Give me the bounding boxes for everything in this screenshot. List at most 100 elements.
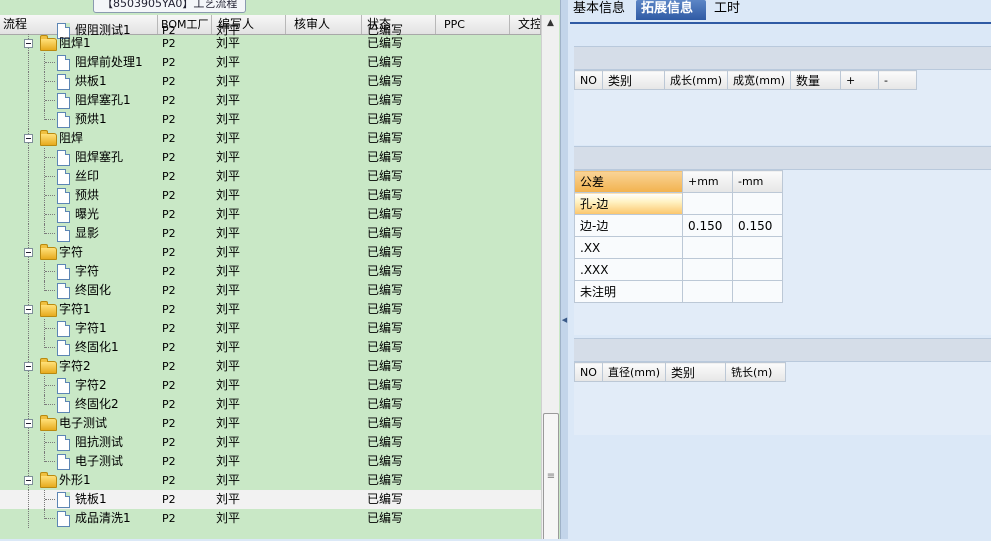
tree-line xyxy=(28,91,29,110)
tolerance-row-label[interactable]: 未注明 xyxy=(574,280,683,303)
row-editor: 刘平 xyxy=(216,188,241,202)
vertical-scrollbar[interactable]: ▲ ≡ xyxy=(541,15,559,539)
tab-extended-info[interactable]: 拓展信息 xyxy=(636,0,706,20)
tree-line xyxy=(45,271,55,272)
detail-tabs: 基本信息 拓展信息 工时 xyxy=(568,0,991,22)
tolerance-plus-cell[interactable] xyxy=(682,258,733,281)
collapse-icon[interactable] xyxy=(24,362,33,371)
tree-row[interactable]: 丝印 P2 刘平 已编写 xyxy=(0,167,541,186)
mill-col-no[interactable]: NO xyxy=(574,362,603,382)
row-editor: 刘平 xyxy=(216,131,241,145)
tree-line xyxy=(28,53,29,72)
document-icon xyxy=(57,169,70,185)
tolerance-plus-cell[interactable] xyxy=(682,280,733,303)
tree-row[interactable]: 字符1 P2 刘平 已编写 xyxy=(0,319,541,338)
size-col-length[interactable]: 成长(mm) xyxy=(663,70,729,90)
row-status: 已编写 xyxy=(367,74,404,88)
tree-line xyxy=(28,452,29,471)
tree-group-row[interactable]: 字符1 P2 刘平 已编写 xyxy=(0,300,541,319)
collapse-arrow-icon[interactable]: ◀ xyxy=(561,316,568,324)
collapse-icon[interactable] xyxy=(24,305,33,314)
row-bom: P2 xyxy=(162,417,176,430)
tolerance-minus-cell[interactable] xyxy=(732,192,783,215)
tree-row[interactable]: 字符 P2 刘平 已编写 xyxy=(0,262,541,281)
tolerance-row-label[interactable]: .XXX xyxy=(574,258,683,281)
collapse-icon[interactable] xyxy=(24,134,33,143)
row-bom: P2 xyxy=(162,341,176,354)
mill-col-diameter[interactable]: 直径(mm) xyxy=(601,362,667,382)
row-bom: P2 xyxy=(162,189,176,202)
tree-row[interactable]: 电子测试 P2 刘平 已编写 xyxy=(0,452,541,471)
tree-group-row[interactable]: 阻焊 P2 刘平 已编写 xyxy=(0,129,541,148)
tree-row[interactable]: 预烘1 P2 刘平 已编写 xyxy=(0,110,541,129)
tree-group-row[interactable]: 电子测试 P2 刘平 已编写 xyxy=(0,414,541,433)
tree-row[interactable]: 铣板1 P2 刘平 已编写 xyxy=(0,490,541,509)
row-bom: P2 xyxy=(162,37,176,50)
size-col-quantity[interactable]: 数量 xyxy=(790,70,842,90)
tree-line xyxy=(45,119,55,120)
tolerance-minus-cell[interactable] xyxy=(732,280,783,303)
size-col-minus[interactable]: - xyxy=(878,70,918,90)
tree-row[interactable]: 终固化2 P2 刘平 已编写 xyxy=(0,395,541,414)
collapse-icon[interactable] xyxy=(24,419,33,428)
row-bom: P2 xyxy=(162,94,176,107)
folder-icon xyxy=(40,130,57,146)
tree-row-label: 终固化1 xyxy=(75,340,119,354)
row-status: 已编写 xyxy=(367,321,404,335)
size-col-no[interactable]: NO xyxy=(574,70,603,90)
mill-col-category[interactable]: 类别 xyxy=(665,362,727,382)
size-col-category[interactable]: 类别 xyxy=(602,70,665,90)
row-bom: P2 xyxy=(162,512,176,525)
tree-row[interactable]: 字符2 P2 刘平 已编写 xyxy=(0,376,541,395)
scrollbar-thumb[interactable]: ≡ xyxy=(543,413,559,539)
tree-group-label: 外形1 xyxy=(59,473,91,487)
row-bom: P2 xyxy=(162,360,176,373)
tolerance-row-label[interactable]: .XX xyxy=(574,236,683,259)
tolerance-plus-cell[interactable] xyxy=(682,236,733,259)
scroll-up-icon[interactable]: ▲ xyxy=(542,15,559,32)
document-tab[interactable]: 【8503905YA0】工艺流程 xyxy=(93,0,247,13)
collapse-icon[interactable] xyxy=(24,248,33,257)
tree-row-label: 丝印 xyxy=(75,169,100,183)
tree-group-row[interactable]: 字符2 P2 刘平 已编写 xyxy=(0,357,541,376)
tree-row[interactable]: 显影 P2 刘平 已编写 xyxy=(0,224,541,243)
mill-col-length[interactable]: 铣长(m) xyxy=(725,362,787,382)
tree-group-row[interactable]: 阻焊1 P2 刘平 已编写 xyxy=(0,34,541,53)
tolerance-minus-cell[interactable] xyxy=(732,258,783,281)
tab-basic-info[interactable]: 基本信息 xyxy=(568,0,630,20)
tree-row[interactable]: 阻焊塞孔1 P2 刘平 已编写 xyxy=(0,91,541,110)
tree-row[interactable]: 阻焊塞孔 P2 刘平 已编写 xyxy=(0,148,541,167)
tolerance-row-label[interactable]: 边-边 xyxy=(574,214,683,237)
collapse-icon[interactable] xyxy=(24,476,33,485)
tree-group-row[interactable]: 字符 P2 刘平 已编写 xyxy=(0,243,541,262)
tree-row[interactable]: 终固化1 P2 刘平 已编写 xyxy=(0,338,541,357)
size-col-width[interactable]: 成宽(mm) xyxy=(727,70,792,90)
folder-icon xyxy=(40,472,57,488)
row-editor: 刘平 xyxy=(216,492,241,506)
tree-row-label: 终固化2 xyxy=(75,397,119,411)
tolerance-minus-cell[interactable] xyxy=(732,236,783,259)
row-status: 已编写 xyxy=(367,283,404,297)
collapse-icon[interactable] xyxy=(24,39,33,48)
tree-row[interactable]: 阻抗测试 P2 刘平 已编写 xyxy=(0,433,541,452)
tree-row[interactable]: 预烘 P2 刘平 已编写 xyxy=(0,186,541,205)
tree-row[interactable]: 终固化 P2 刘平 已编写 xyxy=(0,281,541,300)
size-col-plus[interactable]: + xyxy=(840,70,880,90)
tolerance-plus-cell[interactable]: 0.150 xyxy=(682,214,733,237)
folder-icon xyxy=(40,244,57,260)
tolerance-minus-cell[interactable]: 0.150 xyxy=(732,214,783,237)
tree-row[interactable]: 曝光 P2 刘平 已编写 xyxy=(0,205,541,224)
tree-row[interactable]: 阻焊前处理1 P2 刘平 已编写 xyxy=(0,53,541,72)
tree-row[interactable]: 烘板1 P2 刘平 已编写 xyxy=(0,72,541,91)
tolerance-plus-cell[interactable] xyxy=(682,192,733,215)
tree-group-row[interactable]: 外形1 P2 刘平 已编写 xyxy=(0,471,541,490)
tree-row[interactable]: 成品清洗1 P2 刘平 已编写 xyxy=(0,509,541,528)
tree-line xyxy=(45,442,55,443)
row-editor: 刘平 xyxy=(216,226,241,240)
row-status: 已编写 xyxy=(367,264,404,278)
tolerance-row-label[interactable]: 孔-边 xyxy=(574,192,683,215)
row-editor: 刘平 xyxy=(216,264,241,278)
tab-work-hours[interactable]: 工时 xyxy=(709,0,749,20)
row-bom: P2 xyxy=(162,265,176,278)
tree-row-label: 阻焊前处理1 xyxy=(75,55,143,69)
